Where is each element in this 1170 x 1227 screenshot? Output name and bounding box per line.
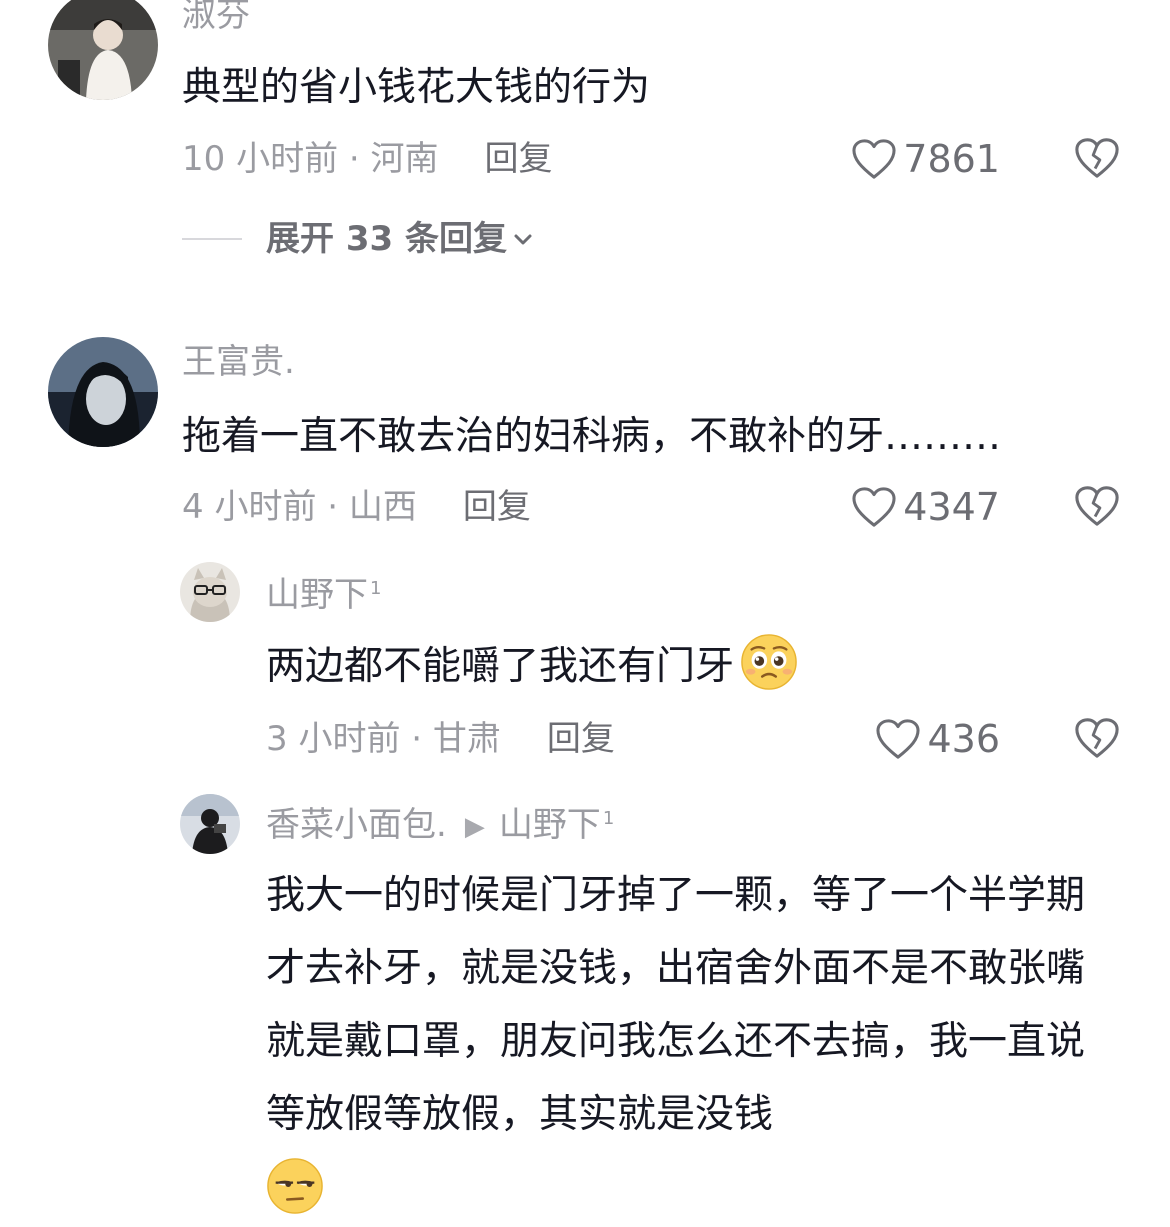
like-button[interactable]: 4347 [851,486,1000,528]
avatar[interactable] [180,794,240,854]
username-text: 山野下 [266,575,368,615]
reply-item: 山野下 1 两边都不能嚼了我还有门牙 3 小时前 · 甘肃 回复 436 [0,560,1170,770]
reply-arrow-icon: ▶ [464,811,485,842]
username[interactable]: 香菜小面包. ▶ 山野下 1 [266,808,614,842]
comment-text: 两边都不能嚼了我还有门牙 [266,630,1110,703]
reply-item: 香菜小面包. ▶ 山野下 1 我大一的时候是门牙掉了一颗，等了一个半学期才去补牙，就是… [0,790,1170,1214]
like-count: 4347 [903,485,1000,529]
avatar[interactable] [180,562,240,622]
reply-button[interactable]: 回复 [463,487,531,527]
chevron-down-icon [514,234,532,245]
expand-replies-label: 展开 33 条回复 [266,219,507,259]
like-count: 7861 [903,137,1000,181]
comment-text: 拖着一直不敢去治的妇科病，不敢补的牙……… [182,414,1002,459]
like-button[interactable]: 436 [875,718,1000,760]
comment-thread: 淑芬 典型的省小钱花大钱的行为 10 小时前 · 河南 回复 7861 展开 33… [0,0,1170,1214]
username[interactable]: 淑芬 [182,0,250,32]
comment-meta: 4 小时前 · 山西 回复 [182,490,531,524]
comment-text: 典型的省小钱花大钱的行为 [182,65,651,110]
like-count: 436 [927,717,1000,761]
divider-line [182,238,242,240]
broken-heart-icon[interactable] [1074,484,1120,528]
avatar[interactable] [48,0,158,100]
expand-replies-button[interactable]: 展开 33 条回复 [182,222,535,256]
comment-item: 淑芬 典型的省小钱花大钱的行为 10 小时前 · 河南 回复 7861 展开 33… [0,0,1170,300]
broken-heart-icon[interactable] [1074,136,1120,180]
time-location: 10 小时前 · 河南 [182,139,439,179]
like-button[interactable]: 7861 [851,138,1000,180]
unamused-face-emoji-icon [267,1158,323,1214]
comment-text-body: 我大一的时候是门牙掉了一颗，等了一个半学期才去补牙，就是没钱，出宿舍外面不是不敢… [266,873,1086,1137]
comment-text-body: 两边都不能嚼了我还有门牙 [266,644,735,689]
username-text: 香菜小面包. [266,805,447,845]
heart-icon [876,719,921,759]
username[interactable]: 王富贵. [182,345,295,379]
reply-button[interactable]: 回复 [547,719,615,759]
comment-item: 王富贵. 拖着一直不敢去治的妇科病，不敢补的牙……… 4 小时前 · 山西 回复 … [0,335,1170,535]
comment-meta: 3 小时前 · 甘肃 回复 [266,722,615,756]
heart-icon [852,139,896,179]
pleading-face-emoji-icon [741,634,797,690]
comment-text: 我大一的时候是门牙掉了一颗，等了一个半学期才去补牙，就是没钱，出宿舍外面不是不敢… [266,859,1106,1227]
user-badge: 1 [370,577,382,599]
time-location: 3 小时前 · 甘肃 [266,719,501,759]
reply-button[interactable]: 回复 [485,139,553,179]
username[interactable]: 山野下 1 [266,578,381,612]
user-badge: 1 [602,807,615,829]
time-location: 4 小时前 · 山西 [182,487,417,527]
reply-to-username[interactable]: 山野下 [499,805,601,845]
broken-heart-icon[interactable] [1074,716,1120,760]
avatar[interactable] [48,337,158,447]
comment-meta: 10 小时前 · 河南 回复 [182,142,553,176]
heart-icon [852,487,896,527]
